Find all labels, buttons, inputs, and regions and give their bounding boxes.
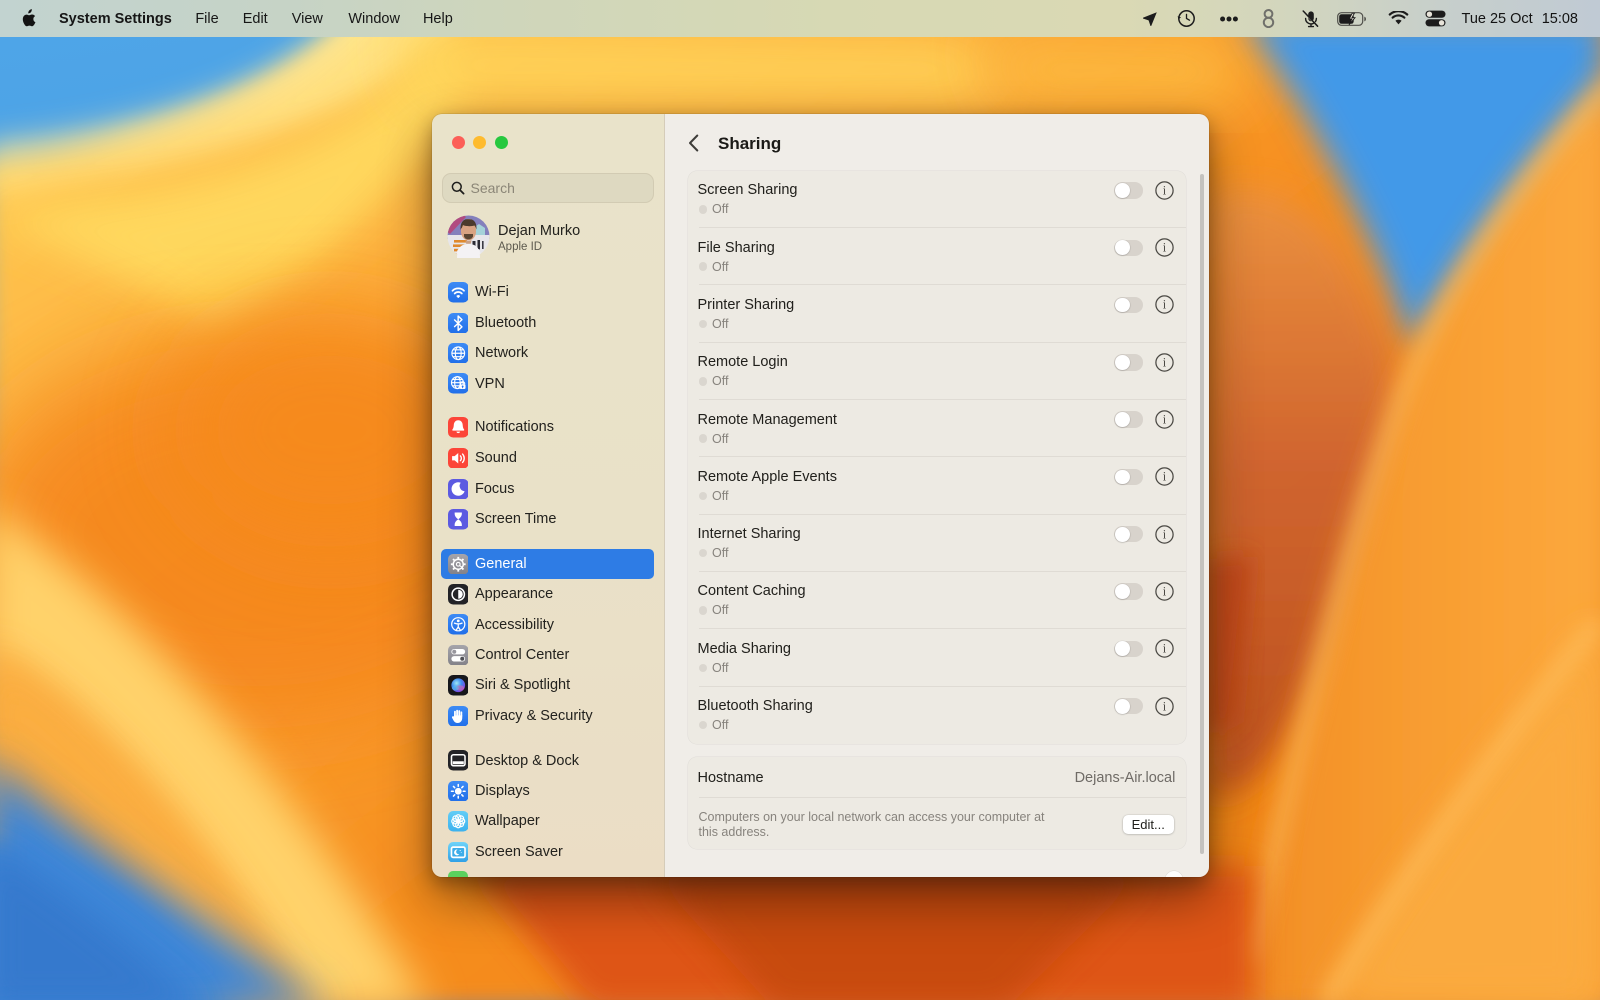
svg-text:i: i	[1162, 699, 1166, 713]
svg-text:i: i	[1162, 413, 1166, 427]
svg-text:i: i	[1162, 298, 1166, 312]
svg-text:i: i	[1162, 642, 1166, 656]
svg-text:i: i	[1162, 183, 1166, 197]
svg-text:i: i	[1162, 355, 1166, 369]
svg-text:i: i	[1162, 470, 1166, 484]
svg-text:i: i	[1162, 241, 1166, 255]
svg-text:i: i	[1162, 527, 1166, 541]
svg-text:i: i	[1162, 585, 1166, 599]
